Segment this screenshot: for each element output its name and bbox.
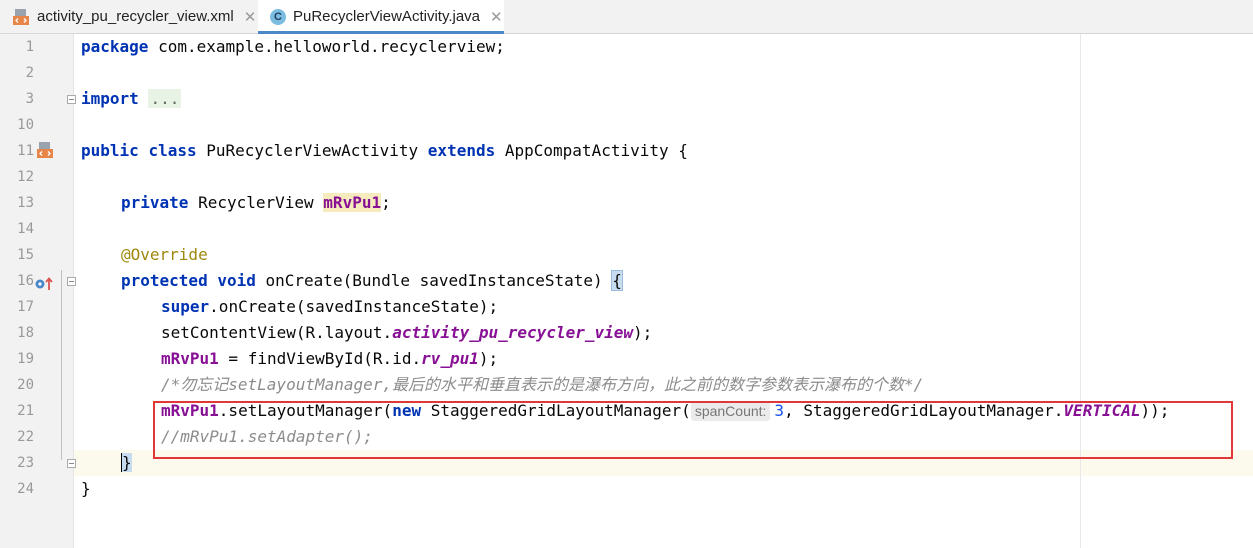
line-number: 1 xyxy=(25,39,34,55)
code-line-13[interactable]: private RecyclerView mRvPu1; xyxy=(121,190,391,216)
code-line-1[interactable]: package com.example.helloworld.recyclerv… xyxy=(81,34,505,60)
folded-imports[interactable]: ... xyxy=(148,89,182,108)
line-number: 13 xyxy=(17,195,34,211)
code-text: = findViewById(R.id. xyxy=(218,349,422,368)
keyword: super xyxy=(161,297,210,316)
code-line-19[interactable]: mRvPu1 = findViewById(R.id.rv_pu1); xyxy=(161,346,498,372)
close-tab-icon[interactable]: ✕ xyxy=(490,8,503,26)
code-text: ); xyxy=(633,323,653,342)
tab-label: PuRecyclerViewActivity.java xyxy=(293,8,481,25)
code-text: AppCompatActivity { xyxy=(495,141,688,160)
code-line-24[interactable]: } xyxy=(81,476,91,502)
field-reference: mRvPu1 xyxy=(161,349,219,368)
code-text: ); xyxy=(478,349,499,368)
line-number: 18 xyxy=(17,325,34,341)
keyword: void xyxy=(217,271,256,290)
closing-brace-at-caret: } xyxy=(121,453,132,472)
resource-reference: rv_pu1 xyxy=(421,349,479,368)
line-number: 19 xyxy=(17,351,34,367)
code-text: setContentView(R.layout. xyxy=(161,323,393,342)
code-text: .onCreate(savedInstanceState); xyxy=(209,297,499,316)
closing-brace: } xyxy=(81,479,91,498)
override-method-icon[interactable] xyxy=(35,276,55,292)
keyword: public xyxy=(81,141,139,160)
class-name: PuRecyclerViewActivity xyxy=(196,141,428,160)
layout-file-link-icon[interactable] xyxy=(36,141,54,164)
keyword: package xyxy=(81,37,149,56)
code-line-16[interactable]: protected void onCreate(Bundle savedInst… xyxy=(121,268,623,294)
line-number: 12 xyxy=(17,169,34,185)
line-number: 11 xyxy=(17,143,34,159)
code-text: com.example.helloworld.recyclerview; xyxy=(148,37,505,56)
editor-tab-bar: activity_pu_recycler_view.xml ✕ C PuRecy… xyxy=(0,0,1253,34)
block-comment: /*勿忘记setLayoutManager,最后的水平和垂直表示的是瀑布方向，此… xyxy=(161,375,924,394)
annotation-highlight-box xyxy=(153,401,1233,459)
resource-reference: activity_pu_recycler_view xyxy=(392,323,634,342)
fold-marker-import[interactable] xyxy=(67,95,76,104)
keyword: private xyxy=(121,193,189,212)
keyword: protected xyxy=(121,271,208,290)
field-declaration: mRvPu1 xyxy=(323,193,382,212)
method-signature: onCreate(Bundle savedInstanceState) xyxy=(255,271,613,290)
xml-file-icon xyxy=(12,8,30,26)
code-line-17[interactable]: super.onCreate(savedInstanceState); xyxy=(161,294,498,320)
tab-activity-xml[interactable]: activity_pu_recycler_view.xml ✕ xyxy=(0,0,256,33)
code-line-18[interactable]: setContentView(R.layout.activity_pu_recy… xyxy=(161,320,652,346)
line-number: 20 xyxy=(17,377,34,393)
matched-brace: { xyxy=(611,270,623,291)
fold-marker-method-end[interactable] xyxy=(67,459,76,468)
code-line-23[interactable]: } xyxy=(121,450,132,476)
tab-activity-java[interactable]: C PuRecyclerViewActivity.java ✕ xyxy=(258,0,504,34)
code-line-15[interactable]: @Override xyxy=(121,242,208,268)
keyword: import xyxy=(81,89,139,108)
code-editor[interactable]: 1 2 3 10 11 12 13 14 15 16 17 18 19 20 2… xyxy=(0,34,1253,548)
line-number: 17 xyxy=(17,299,34,315)
line-number: 3 xyxy=(25,91,34,107)
line-number: 24 xyxy=(17,481,34,497)
line-number: 15 xyxy=(17,247,34,263)
line-number: 14 xyxy=(17,221,34,237)
method-scope-guide xyxy=(61,270,62,460)
line-number: 22 xyxy=(17,429,34,445)
keyword: extends xyxy=(427,141,496,160)
line-number: 2 xyxy=(25,65,34,81)
annotation: @Override xyxy=(121,245,208,264)
keyword: class xyxy=(148,141,197,160)
code-line-3[interactable]: import ... xyxy=(81,86,182,112)
type-name: RecyclerView xyxy=(188,193,324,212)
code-line-20[interactable]: /*勿忘记setLayoutManager,最后的水平和垂直表示的是瀑布方向，此… xyxy=(161,372,923,398)
right-margin-guide xyxy=(1080,34,1081,548)
code-line-11[interactable]: public class PuRecyclerViewActivity exte… xyxy=(81,138,688,164)
tab-label: activity_pu_recycler_view.xml xyxy=(37,8,234,25)
line-number: 21 xyxy=(17,403,34,419)
code-text: ; xyxy=(381,193,391,212)
fold-marker-method-start[interactable] xyxy=(67,277,76,286)
line-number: 10 xyxy=(17,117,34,133)
line-number: 16 xyxy=(17,273,34,289)
line-number: 23 xyxy=(17,455,34,471)
java-class-icon: C xyxy=(270,8,286,25)
close-tab-icon[interactable]: ✕ xyxy=(244,8,257,26)
